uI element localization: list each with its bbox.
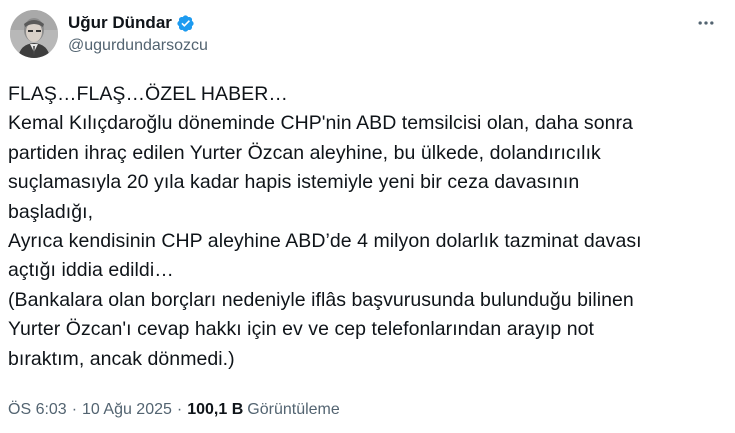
views-count[interactable]: 100,1 B <box>187 401 243 419</box>
avatar-photo <box>10 10 58 58</box>
tweet-text: FLAŞ…FLAŞ…ÖZEL HABER… Kemal Kılıçdaroğlu… <box>8 83 642 370</box>
author-info: Uğur Dündar @ugurdundarsozcu <box>68 12 208 55</box>
tweet-meta: ÖS 6:03 · 10 Ağu 2025 · 100,1 B Görüntül… <box>8 401 340 419</box>
tweet-timestamp-time[interactable]: ÖS 6:03 <box>8 401 67 419</box>
more-button[interactable] <box>693 10 719 36</box>
tweet-timestamp-date[interactable]: 10 Ağu 2025 <box>82 401 172 419</box>
verified-badge-icon <box>176 14 195 33</box>
tweet-card: Uğur Dündar @ugurdundarsozcu FLAŞ…FLAŞ…Ö… <box>0 0 735 433</box>
more-horizontal-icon <box>698 21 714 25</box>
avatar[interactable] <box>10 10 58 58</box>
views-label: Görüntüleme <box>247 401 340 418</box>
author-handle[interactable]: @ugurdundarsozcu <box>68 37 208 55</box>
name-row: Uğur Dündar <box>68 12 208 34</box>
author-display-name[interactable]: Uğur Dündar <box>68 13 172 33</box>
meta-separator: · <box>176 401 183 418</box>
meta-separator: · <box>71 401 78 418</box>
